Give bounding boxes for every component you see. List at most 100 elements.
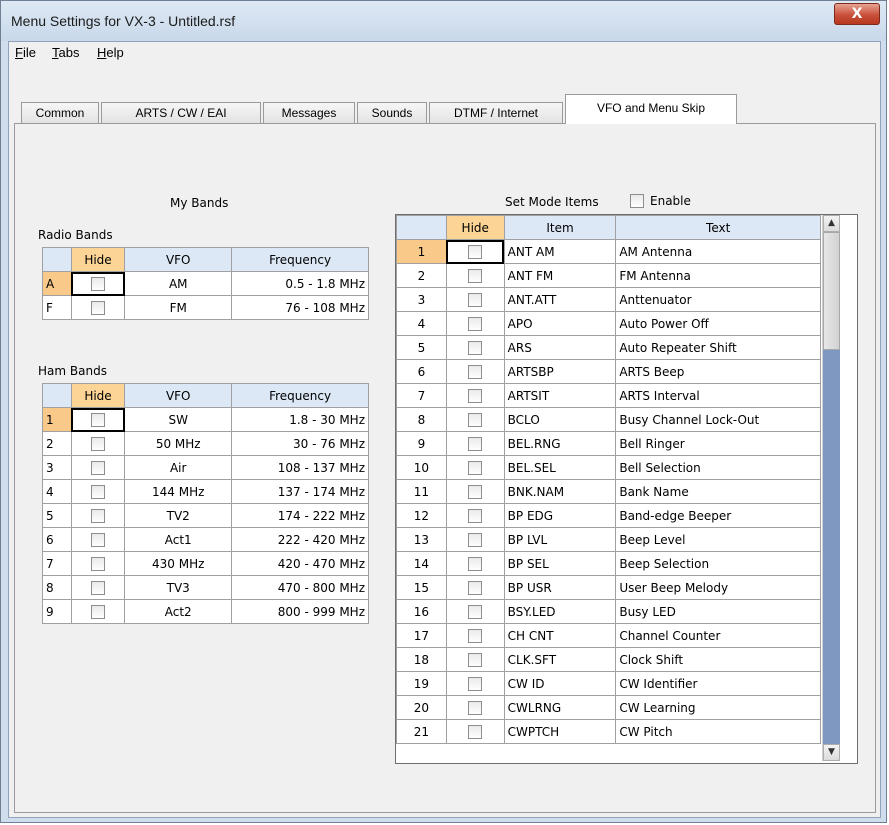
item-cell[interactable]: BP LVL — [503, 527, 617, 552]
tab-dtmf-internet[interactable]: DTMF / Internet — [429, 102, 563, 123]
column-header-frequency[interactable]: Frequency — [231, 383, 369, 408]
table-row[interactable]: 4 144 MHz 137 - 174 MHz — [42, 479, 369, 504]
hide-cell[interactable] — [445, 335, 505, 360]
row-header[interactable]: 9 — [42, 599, 72, 624]
vfo-cell[interactable]: 430 MHz — [124, 551, 233, 576]
hide-cell[interactable] — [445, 407, 505, 432]
text-cell[interactable]: Clock Shift — [615, 647, 821, 672]
vfo-cell[interactable]: AM — [124, 271, 233, 296]
menu-tabs[interactable]: Tabs — [52, 45, 79, 60]
item-cell[interactable]: CLK.SFT — [503, 647, 617, 672]
item-cell[interactable]: CW ID — [503, 671, 617, 696]
text-cell[interactable]: Anttenuator — [615, 287, 821, 312]
row-header[interactable]: 21 — [396, 719, 447, 744]
row-header[interactable]: 11 — [396, 479, 447, 504]
item-cell[interactable]: BP EDG — [503, 503, 617, 528]
hide-checkbox[interactable] — [91, 460, 106, 475]
text-cell[interactable]: CW Pitch — [615, 719, 821, 744]
hide-cell[interactable] — [70, 575, 126, 600]
frequency-cell[interactable]: 420 - 470 MHz — [231, 551, 369, 576]
table-row[interactable]: 20 CWLRNG CW Learning — [396, 695, 821, 720]
hide-checkbox[interactable] — [468, 244, 483, 259]
row-header[interactable]: 1 — [42, 407, 72, 432]
hide-cell[interactable] — [70, 431, 126, 456]
vfo-cell[interactable]: TV2 — [124, 503, 233, 528]
hide-checkbox[interactable] — [468, 268, 483, 283]
row-header[interactable]: 5 — [42, 503, 72, 528]
hide-checkbox[interactable] — [468, 580, 483, 595]
item-cell[interactable]: CWPTCH — [503, 719, 617, 744]
hide-cell[interactable] — [445, 455, 505, 480]
table-row[interactable]: 21 CWPTCH CW Pitch — [396, 719, 821, 744]
row-header[interactable]: 4 — [396, 311, 447, 336]
item-cell[interactable]: ANT FM — [503, 263, 617, 288]
vfo-cell[interactable]: TV3 — [124, 575, 233, 600]
item-cell[interactable]: CWLRNG — [503, 695, 617, 720]
table-row[interactable]: 12 BP EDG Band-edge Beeper — [396, 503, 821, 528]
frequency-cell[interactable]: 0.5 - 1.8 MHz — [231, 271, 369, 296]
item-cell[interactable]: BSY.LED — [503, 599, 617, 624]
hide-cell[interactable] — [70, 527, 126, 552]
hide-cell[interactable] — [70, 407, 126, 432]
row-header[interactable]: 18 — [396, 647, 447, 672]
table-row[interactable]: 10 BEL.SEL Bell Selection — [396, 455, 821, 480]
tab-vfo-and-menu-skip[interactable]: VFO and Menu Skip — [565, 94, 737, 124]
item-cell[interactable]: BEL.RNG — [503, 431, 617, 456]
enable-checkbox[interactable] — [630, 194, 644, 211]
text-cell[interactable]: Busy Channel Lock-Out — [615, 407, 821, 432]
hide-cell[interactable] — [445, 239, 505, 264]
text-cell[interactable]: Bell Selection — [615, 455, 821, 480]
frequency-cell[interactable]: 174 - 222 MHz — [231, 503, 369, 528]
hide-cell[interactable] — [445, 551, 505, 576]
row-header[interactable]: 16 — [396, 599, 447, 624]
frequency-cell[interactable]: 222 - 420 MHz — [231, 527, 369, 552]
hide-checkbox[interactable] — [468, 532, 483, 547]
table-row[interactable]: 4 APO Auto Power Off — [396, 311, 821, 336]
hide-cell[interactable] — [70, 551, 126, 576]
menu-file[interactable]: File — [15, 45, 36, 60]
text-cell[interactable]: Band-edge Beeper — [615, 503, 821, 528]
hide-checkbox[interactable] — [91, 484, 106, 499]
item-cell[interactable]: CH CNT — [503, 623, 617, 648]
text-cell[interactable]: Bell Ringer — [615, 431, 821, 456]
row-header[interactable]: 20 — [396, 695, 447, 720]
table-row[interactable]: 6 ARTSBP ARTS Beep — [396, 359, 821, 384]
item-cell[interactable]: ANT.ATT — [503, 287, 617, 312]
hide-checkbox[interactable] — [468, 412, 483, 427]
item-cell[interactable]: BNK.NAM — [503, 479, 617, 504]
hide-cell[interactable] — [70, 295, 126, 320]
table-row[interactable]: 3 Air 108 - 137 MHz — [42, 455, 369, 480]
row-header[interactable]: 4 — [42, 479, 72, 504]
table-row[interactable]: 18 CLK.SFT Clock Shift — [396, 647, 821, 672]
table-row[interactable]: 17 CH CNT Channel Counter — [396, 623, 821, 648]
row-header[interactable]: 9 — [396, 431, 447, 456]
column-header-item[interactable]: Item — [503, 215, 617, 240]
row-header[interactable]: 5 — [396, 335, 447, 360]
item-cell[interactable]: ARTSIT — [503, 383, 617, 408]
column-header-hide[interactable]: Hide — [445, 215, 505, 240]
hide-checkbox[interactable] — [468, 508, 483, 523]
title-bar[interactable]: Menu Settings for VX-3 - Untitled.rsf X — [1, 1, 886, 41]
vfo-cell[interactable]: Act1 — [124, 527, 233, 552]
hide-cell[interactable] — [445, 431, 505, 456]
hide-cell[interactable] — [445, 719, 505, 744]
row-header[interactable]: 10 — [396, 455, 447, 480]
text-cell[interactable]: Beep Selection — [615, 551, 821, 576]
row-header[interactable]: 6 — [396, 359, 447, 384]
table-row[interactable]: 1 ANT AM AM Antenna — [396, 239, 821, 264]
tab-common[interactable]: Common — [21, 102, 99, 123]
scroll-down-button[interactable]: ▼ — [823, 744, 840, 761]
table-row[interactable]: 9 BEL.RNG Bell Ringer — [396, 431, 821, 456]
hide-checkbox[interactable] — [91, 436, 106, 451]
hide-checkbox[interactable] — [468, 364, 483, 379]
table-row[interactable]: F FM 76 - 108 MHz — [42, 295, 369, 320]
hide-cell[interactable] — [445, 287, 505, 312]
text-cell[interactable]: Auto Repeater Shift — [615, 335, 821, 360]
text-cell[interactable]: Bank Name — [615, 479, 821, 504]
hide-cell[interactable] — [70, 455, 126, 480]
column-header-hide[interactable]: Hide — [70, 247, 126, 272]
close-button[interactable]: X — [834, 3, 880, 25]
hide-cell[interactable] — [445, 695, 505, 720]
hide-checkbox[interactable] — [91, 508, 106, 523]
hide-checkbox[interactable] — [91, 412, 106, 427]
